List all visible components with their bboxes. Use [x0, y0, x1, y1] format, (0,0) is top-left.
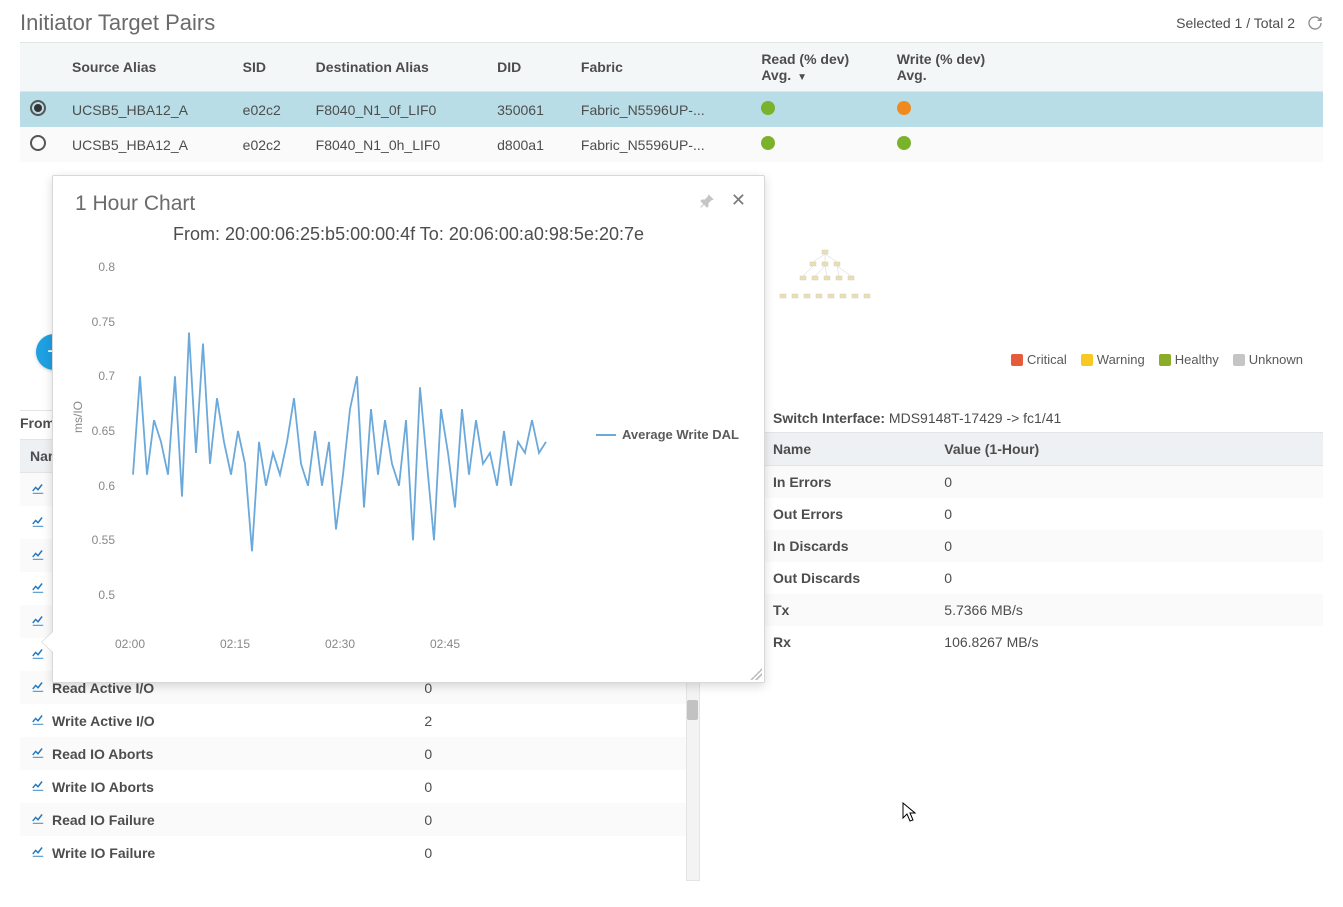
col-fabric[interactable]: Fabric [571, 43, 751, 92]
chart-icon[interactable] [30, 481, 46, 498]
page-title: Initiator Target Pairs [20, 10, 215, 36]
x-tick: 02:30 [325, 637, 355, 651]
metric-row: In Discards0 [725, 530, 1323, 562]
x-tick: 02:45 [430, 637, 460, 651]
col-read[interactable]: Read (% dev)Avg.▼ [751, 43, 886, 92]
table-row[interactable]: UCSB5_HBA12_A e02c2 F8040_N1_0h_LIF0 d80… [20, 127, 1323, 162]
chart-icon[interactable] [30, 745, 46, 762]
col-did[interactable]: DID [487, 43, 571, 92]
switch-metrics-table: Name Value (1-Hour) In Errors0Out Errors… [725, 432, 1323, 658]
scroll-thumb[interactable] [687, 700, 698, 720]
y-tick: 0.6 [75, 479, 115, 493]
metric-row: In Errors0 [725, 466, 1323, 499]
write-status-dot [897, 101, 911, 115]
metric-row[interactable]: Read IO Aborts0 [20, 737, 700, 770]
initiator-target-table: Source Alias SID Destination Alias DID F… [20, 42, 1323, 162]
switch-interface-value: MDS9148T-17429 -> fc1/41 [889, 410, 1061, 426]
x-tick: 02:15 [220, 637, 250, 651]
chart-icon[interactable] [30, 811, 46, 828]
close-icon[interactable]: ✕ [731, 190, 746, 211]
col-source-alias[interactable]: Source Alias [62, 43, 233, 92]
col-metric-value[interactable]: Value (1-Hour) [934, 433, 1323, 466]
chart-icon[interactable] [30, 679, 46, 696]
chart-popup: 1 Hour Chart ✕ From: 20:00:06:25:b5:00:0… [52, 175, 765, 683]
read-status-dot [761, 101, 775, 115]
pin-icon[interactable] [698, 192, 716, 210]
popup-subtitle: From: 20:00:06:25:b5:00:00:4f To: 20:06:… [75, 224, 742, 245]
metric-row[interactable]: Write IO Aborts0 [20, 770, 700, 803]
col-sid[interactable]: SID [233, 43, 306, 92]
resize-handle[interactable] [750, 668, 762, 680]
y-tick: 0.7 [75, 369, 115, 383]
y-tick: 0.5 [75, 588, 115, 602]
status-legend: Critical Warning Healthy Unknown [1011, 352, 1303, 367]
popup-title: 1 Hour Chart [75, 192, 742, 216]
metric-row[interactable]: Write Active I/O2 [20, 704, 700, 737]
write-status-dot [897, 136, 911, 150]
y-tick: 0.65 [75, 424, 115, 438]
x-tick: 02:00 [115, 637, 145, 651]
line-chart[interactable]: ms/IO 0.50.550.60.650.70.750.8 02:0002:1… [75, 257, 735, 657]
chart-icon[interactable] [30, 514, 46, 531]
series-legend: Average Write DAL [596, 427, 739, 442]
chart-icon[interactable] [30, 712, 46, 729]
y-tick: 0.55 [75, 533, 115, 547]
selection-count: Selected 1 / Total 2 [1176, 15, 1295, 31]
metric-row: Out Discards0 [725, 562, 1323, 594]
col-dest-alias[interactable]: Destination Alias [306, 43, 487, 92]
chart-icon[interactable] [30, 844, 46, 861]
topology-thumbnail[interactable] [770, 248, 880, 308]
refresh-icon[interactable] [1307, 15, 1323, 31]
chart-icon[interactable] [30, 580, 46, 597]
row-radio[interactable] [30, 135, 46, 151]
y-tick: 0.8 [75, 260, 115, 274]
read-status-dot [761, 136, 775, 150]
chart-icon[interactable] [30, 547, 46, 564]
y-tick: 0.75 [75, 315, 115, 329]
row-radio[interactable] [30, 100, 46, 116]
chart-icon[interactable] [30, 778, 46, 795]
chart-icon[interactable] [30, 613, 46, 630]
mouse-cursor [902, 802, 916, 822]
table-row[interactable]: UCSB5_HBA12_A e02c2 F8040_N1_0f_LIF0 350… [20, 92, 1323, 128]
switch-interface-label: Switch Interface: [773, 410, 885, 426]
metric-row: Tx5.7366 MB/s [725, 594, 1323, 626]
col-write[interactable]: Write (% dev)Avg. [887, 43, 1023, 92]
metric-row[interactable]: Write IO Failure0 [20, 836, 700, 869]
metric-row: Out Errors0 [725, 498, 1323, 530]
metric-row: Rx106.8267 MB/s [725, 626, 1323, 658]
metric-row[interactable]: Read IO Failure0 [20, 803, 700, 836]
